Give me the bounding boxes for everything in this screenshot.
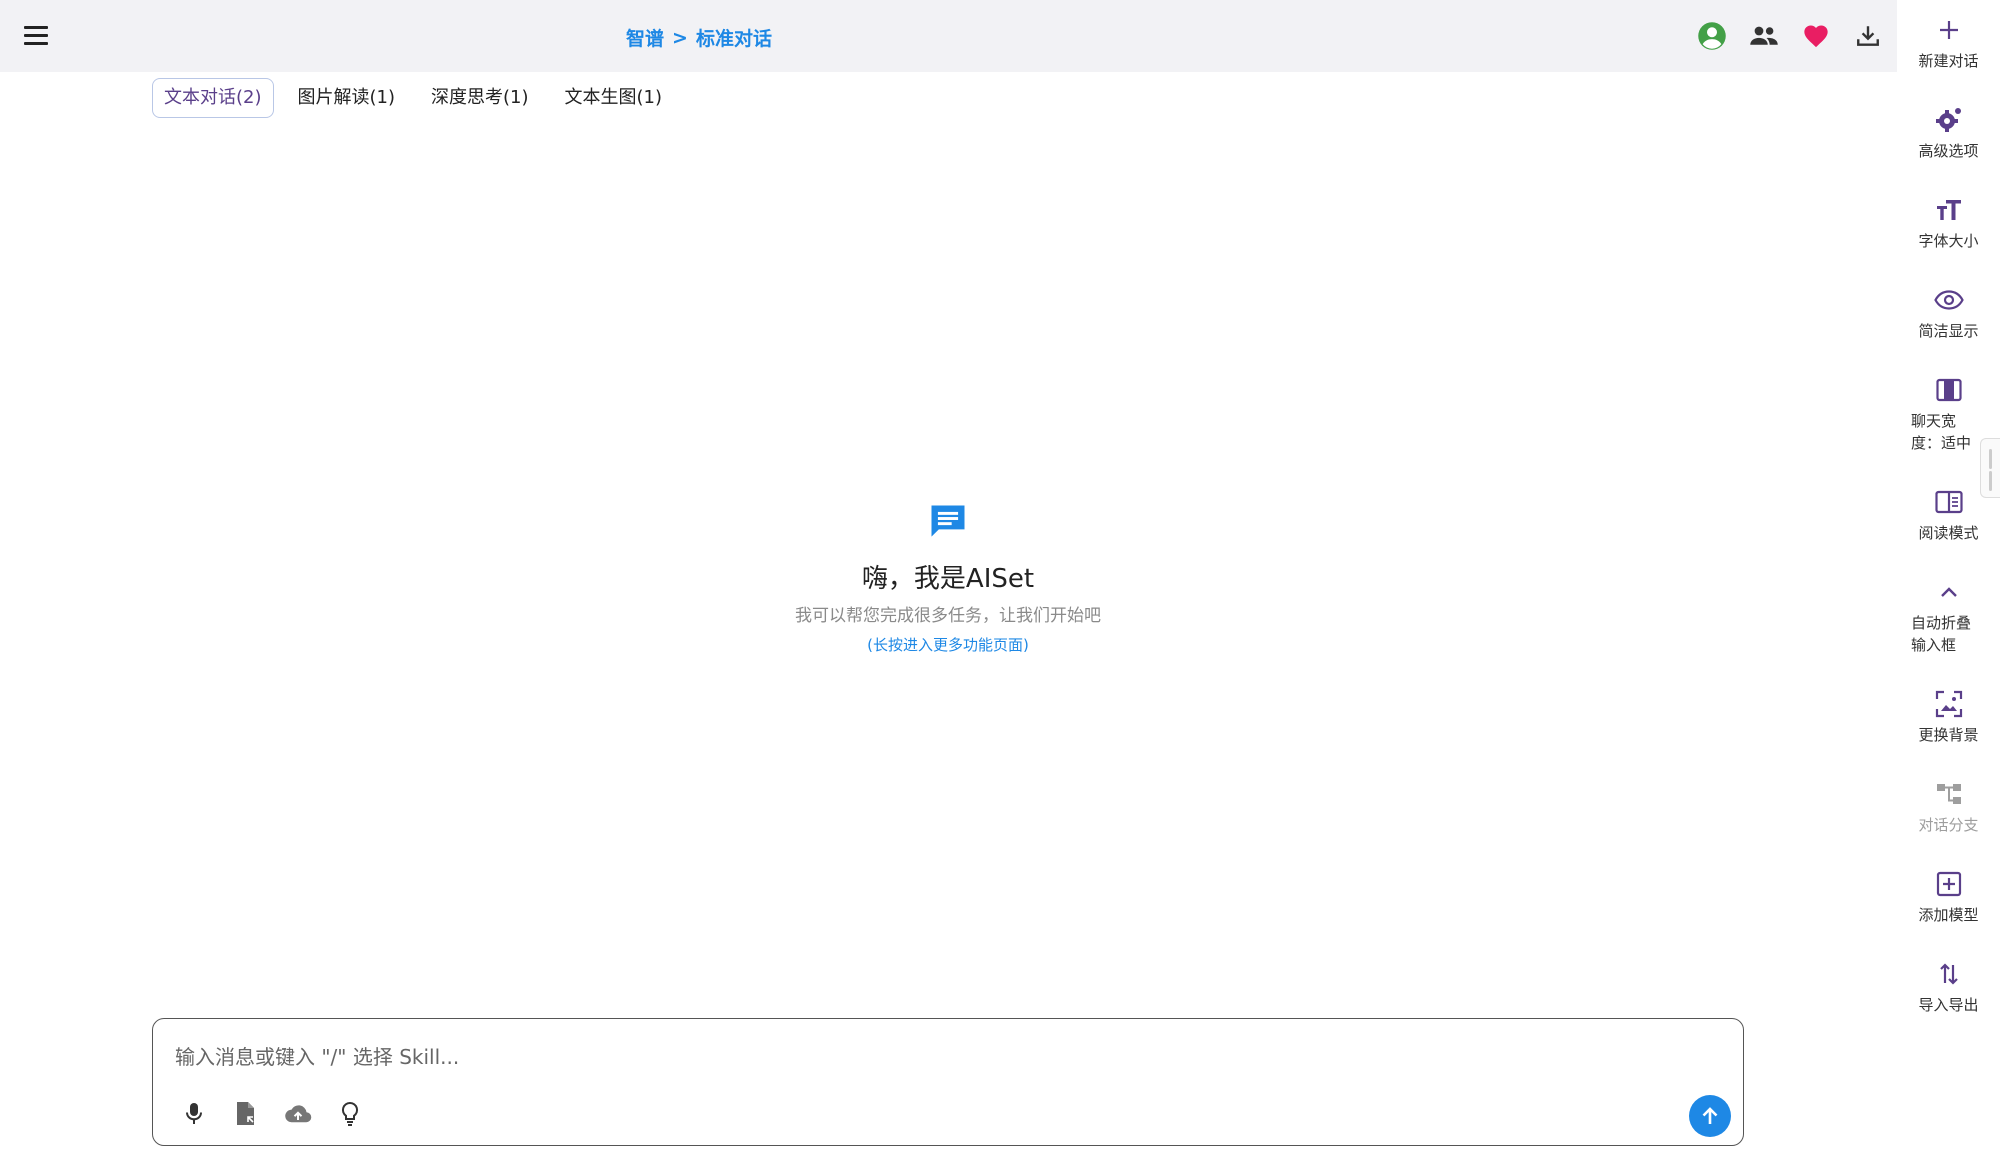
message-input-placeholder[interactable]: 输入消息或键入 "/" 选择 Skill... — [175, 1041, 459, 1070]
sidebar-item-auto-collapse-input[interactable]: 自动折叠 输入框 — [1897, 576, 2000, 656]
microphone-icon[interactable] — [179, 1099, 209, 1129]
column-width-icon — [1897, 374, 2000, 406]
tab-deep-thinking[interactable]: 深度思考(1) — [419, 78, 541, 118]
sidebar-scroll-handle[interactable] — [1980, 438, 2000, 498]
image-frame-icon — [1897, 688, 2000, 720]
hamburger-menu-icon[interactable] — [20, 22, 52, 50]
file-import-icon[interactable] — [231, 1099, 261, 1129]
sidebar-item-label: 新建对话 — [1918, 52, 1979, 70]
sidebar-item-change-background[interactable]: 更换背景 — [1897, 688, 2000, 746]
heart-icon[interactable] — [1800, 18, 1832, 54]
sidebar-item-chat-branch[interactable]: 对话分支 — [1897, 778, 2000, 836]
welcome-subtitle: 我可以帮您完成很多任务，让我们开始吧 — [795, 606, 1101, 626]
sidebar-item-label: 阅读模式 — [1918, 524, 1979, 542]
tab-text-chat[interactable]: 文本对话(2) — [152, 78, 274, 118]
cloud-upload-icon[interactable] — [283, 1099, 313, 1129]
right-sidebar: 新建对话 高级选项 字体大小 简洁显示 聊天宽 度：适中 阅读模式 自动折叠 输… — [1897, 0, 2000, 1157]
sidebar-item-import-export[interactable]: 导入导出 — [1897, 958, 2000, 1016]
arrow-up-icon — [1702, 1107, 1718, 1124]
sidebar-item-label-line1: 自动折叠 — [1911, 614, 1972, 632]
sidebar-item-label: 自动折叠 输入框 — [1897, 612, 2000, 656]
chevron-up-icon — [1897, 576, 2000, 608]
top-header: 智谱 > 标准对话 — [0, 0, 1897, 72]
sidebar-item-label: 简洁显示 — [1918, 322, 1979, 340]
font-size-icon — [1897, 194, 2000, 226]
more-features-hint[interactable]: (长按进入更多功能页面) — [648, 634, 1248, 655]
swap-vertical-icon — [1897, 958, 2000, 990]
breadcrumb: 智谱 > 标准对话 — [626, 24, 772, 51]
mode-tabs: 文本对话(2) 图片解读(1) 深度思考(1) 文本生图(1) — [152, 78, 674, 118]
plus-box-icon — [1897, 868, 2000, 900]
sidebar-item-label: 字体大小 — [1918, 232, 1979, 250]
people-icon[interactable] — [1748, 18, 1780, 54]
sidebar-item-compact-display[interactable]: 简洁显示 — [1897, 284, 2000, 342]
welcome-title: 嗨，我是AISet — [861, 564, 1035, 594]
cog-icon — [1897, 104, 2000, 136]
plus-icon — [1897, 14, 2000, 46]
tab-text-to-image[interactable]: 文本生图(1) — [553, 78, 675, 118]
header-icon-group — [1696, 18, 1884, 54]
send-button[interactable] — [1689, 1095, 1731, 1137]
sidebar-item-add-model[interactable]: 添加模型 — [1897, 868, 2000, 926]
sidebar-item-font-size[interactable]: 字体大小 — [1897, 194, 2000, 252]
branch-icon — [1897, 778, 2000, 810]
breadcrumb-provider[interactable]: 智谱 — [626, 24, 664, 51]
lightbulb-icon[interactable] — [335, 1099, 365, 1129]
sidebar-item-label: 对话分支 — [1918, 816, 1979, 834]
welcome-panel: 嗨，我是AISet 我可以帮您完成很多任务，让我们开始吧 (长按进入更多功能页面… — [648, 500, 1248, 655]
download-icon[interactable] — [1852, 18, 1884, 54]
breadcrumb-mode[interactable]: 标准对话 — [696, 24, 772, 51]
sidebar-item-advanced-options[interactable]: 高级选项 — [1897, 104, 2000, 162]
breadcrumb-separator: > — [672, 26, 688, 49]
eye-icon — [1897, 284, 2000, 316]
sidebar-item-label-line2: 输入框 — [1911, 636, 1957, 654]
tab-image-reading[interactable]: 图片解读(1) — [286, 78, 408, 118]
sidebar-item-label-line1: 聊天宽 — [1911, 412, 1957, 430]
sidebar-item-label: 导入导出 — [1918, 996, 1979, 1014]
sidebar-item-label: 更换背景 — [1918, 726, 1979, 744]
chat-message-icon — [926, 500, 970, 544]
sidebar-item-new-chat[interactable]: 新建对话 — [1897, 14, 2000, 72]
sidebar-item-label: 高级选项 — [1918, 142, 1979, 160]
message-input-box[interactable]: 输入消息或键入 "/" 选择 Skill... — [152, 1018, 1744, 1146]
input-toolbar — [179, 1099, 365, 1129]
account-circle-icon[interactable] — [1696, 18, 1728, 54]
sidebar-item-label: 添加模型 — [1918, 906, 1979, 924]
